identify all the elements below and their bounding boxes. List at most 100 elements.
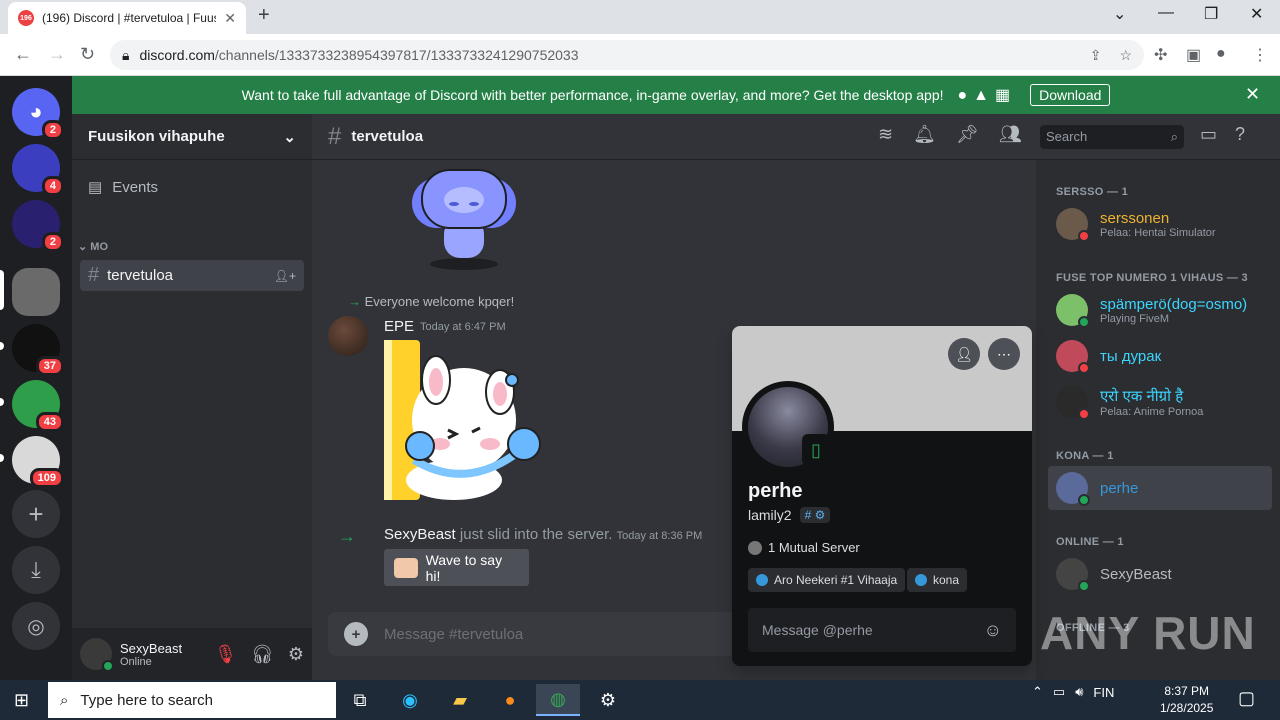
threads-icon[interactable]: ≋ — [878, 124, 893, 145]
join-user[interactable]: SexyBeast — [384, 526, 456, 543]
profile-icon[interactable]: ● — [1216, 45, 1226, 63]
speaker-icon[interactable]: 🔊︎ — [1075, 684, 1083, 700]
avatar[interactable] — [328, 316, 368, 356]
unread-badge: 37 — [35, 356, 64, 376]
explore-servers-button[interactable]: ◎ — [12, 602, 60, 650]
member-item[interactable]: perhe — [1048, 466, 1272, 510]
close-banner-icon[interactable]: ✕ — [1245, 84, 1260, 105]
download-apps-button[interactable]: ⤓ — [12, 546, 60, 594]
chevron-up-icon[interactable]: ⌃ — [1032, 684, 1043, 700]
extensions-icon[interactable]: ✣ — [1154, 45, 1167, 65]
task-view-icon[interactable]: ⧉ — [338, 684, 382, 716]
server-icon-server-2[interactable]: 2 — [12, 200, 64, 252]
avatar — [1056, 340, 1090, 374]
server-icon-server-1[interactable]: 4 — [12, 144, 64, 196]
gear-icon[interactable]: ⚙ — [288, 644, 304, 665]
firefox-icon[interactable]: ● — [488, 684, 532, 716]
system-tray: ⌃ ▭ 🔊︎ FIN — [1032, 684, 1114, 700]
online-status-icon — [102, 660, 114, 672]
close-tab-icon[interactable]: ✕ — [224, 10, 236, 27]
wave-button[interactable]: Wave to say hi! — [384, 549, 529, 586]
message-author[interactable]: EPE — [384, 318, 414, 335]
avatar[interactable] — [80, 638, 114, 672]
bell-icon[interactable]: 🔔︎ — [913, 124, 936, 145]
members-icon[interactable]: 👥︎ — [999, 124, 1022, 145]
attach-plus-icon[interactable]: + — [344, 622, 368, 646]
guild-header[interactable]: Fuusikon vihapuhe ⌄ — [72, 114, 312, 160]
headphones-icon[interactable]: 🎧︎ — [251, 644, 274, 665]
help-icon[interactable]: ? — [1235, 124, 1245, 145]
profile-message-input[interactable]: Message @perhe ☺ — [748, 608, 1016, 652]
member-item[interactable]: ты дурак — [1048, 334, 1272, 378]
taskbar-clock[interactable]: 8:37 PM 1/28/2025 — [1160, 683, 1213, 717]
new-tab-button[interactable]: + — [258, 4, 270, 27]
windows-start-icon[interactable]: ⊞ — [14, 690, 29, 711]
chrome-menu-icon[interactable]: ⋮ — [1252, 45, 1268, 65]
member-item[interactable]: spämperö(dog=osmo) Playing FiveM — [1048, 288, 1272, 332]
taskbar-search-input[interactable]: ⌕ Type here to search — [48, 682, 336, 718]
tab-title: (196) Discord | #tervetuloa | Fuus — [42, 11, 217, 25]
back-icon[interactable]: ← — [14, 44, 32, 65]
user-name: SexyBeast — [120, 640, 183, 656]
download-button[interactable]: Download — [1030, 84, 1111, 106]
channel-item-tervetuloa[interactable]: # tervetuloa 👤︎+ — [80, 260, 304, 291]
avatar — [1056, 294, 1090, 328]
bookmark-star-icon[interactable]: ☆ — [1119, 47, 1132, 64]
server-icon-server-6[interactable]: 109 — [12, 436, 64, 488]
header-actions: ≋ 🔔︎ 📌︎ 👥︎ — [878, 124, 1022, 145]
tab-search-icon[interactable]: ⌄ — [1113, 4, 1126, 24]
selected-server-pill — [0, 270, 4, 310]
profile-username: lamily2 # ⚙ — [748, 507, 831, 523]
url-input[interactable]: 🔒︎ discord.com/channels/1333733238954397… — [110, 40, 1144, 70]
inbox-icon[interactable]: ▭ — [1200, 124, 1217, 145]
side-panel-icon[interactable]: ▣ — [1186, 45, 1201, 65]
chrome-icon[interactable]: ◍ — [536, 684, 580, 716]
banner-text: Want to take full advantage of Discord w… — [241, 87, 944, 103]
edge-icon[interactable]: ◉ — [388, 684, 432, 716]
role-name: kona — [933, 573, 960, 587]
search-input[interactable]: Search ⌕ — [1040, 125, 1184, 149]
more-options-button[interactable]: ⋯ — [988, 338, 1020, 370]
browser-tab[interactable]: 196 (196) Discord | #tervetuloa | Fuus ✕ — [8, 2, 246, 34]
status-icon — [1078, 580, 1090, 592]
maximize-button[interactable]: ❐ — [1204, 4, 1218, 24]
join-text: just slid into the server. — [459, 526, 613, 543]
notification-icon[interactable]: ▢ — [1238, 688, 1255, 709]
minimize-button[interactable]: — — [1158, 4, 1174, 22]
events-item[interactable]: ▤ Events — [88, 178, 158, 197]
member-item[interactable]: serssonen Pelaa: Hentai Simulator — [1048, 202, 1272, 246]
unread-badge: 109 — [29, 468, 64, 488]
muted-microphone-icon[interactable]: 🎙︎ — [214, 644, 237, 665]
add-friend-button[interactable]: 👤︎ — [948, 338, 980, 370]
pin-icon[interactable]: 📌︎ — [956, 124, 979, 145]
member-item[interactable]: एरो एक नीग्रो है Pelaa: Anime Pornoa — [1048, 380, 1272, 424]
member-name: ты дурак — [1100, 347, 1162, 365]
add-server-button[interactable]: + — [12, 490, 60, 538]
user-status: Online — [120, 655, 152, 668]
member-group-header: KONA — 1 — [1056, 450, 1114, 462]
language-indicator[interactable]: FIN — [1093, 685, 1114, 700]
mutual-label: 1 Mutual Server — [768, 540, 860, 555]
server-icon-discord-home[interactable]: ◕ 2 — [12, 88, 64, 140]
server-icon-server-5[interactable]: 43 — [12, 380, 64, 432]
mutual-servers[interactable]: 1 Mutual Server — [748, 540, 860, 555]
channel-category[interactable]: ⌄ MO — [78, 240, 108, 253]
settings-gear-icon[interactable]: ⚙ — [586, 684, 630, 716]
profile-badges-icon[interactable]: # ⚙ — [799, 507, 831, 523]
server-icon-server-4[interactable]: 37 — [12, 324, 64, 376]
invite-icon[interactable]: 👤︎+ — [274, 269, 296, 283]
member-group-header: SERSSO — 1 — [1056, 186, 1129, 198]
emoji-icon[interactable]: ☺ — [984, 620, 1002, 641]
clock-time: 8:37 PM — [1164, 684, 1210, 698]
share-icon[interactable]: ⇪ — [1090, 47, 1102, 64]
reload-icon[interactable]: ↻ — [80, 44, 95, 65]
member-item[interactable]: SexyBeast — [1048, 552, 1272, 596]
reply-preview[interactable]: → Everyone welcome kpqer! — [348, 294, 514, 309]
member-name: spämperö(dog=osmo) — [1100, 295, 1248, 313]
status-icon — [1078, 316, 1090, 328]
message-input[interactable]: + Message #tervetuloa — [328, 612, 748, 656]
file-explorer-icon[interactable]: ▰ — [438, 684, 482, 716]
server-icon-server-3[interactable] — [12, 268, 60, 316]
close-window-button[interactable]: ✕ — [1250, 4, 1263, 24]
network-icon[interactable]: ▭ — [1053, 684, 1065, 700]
